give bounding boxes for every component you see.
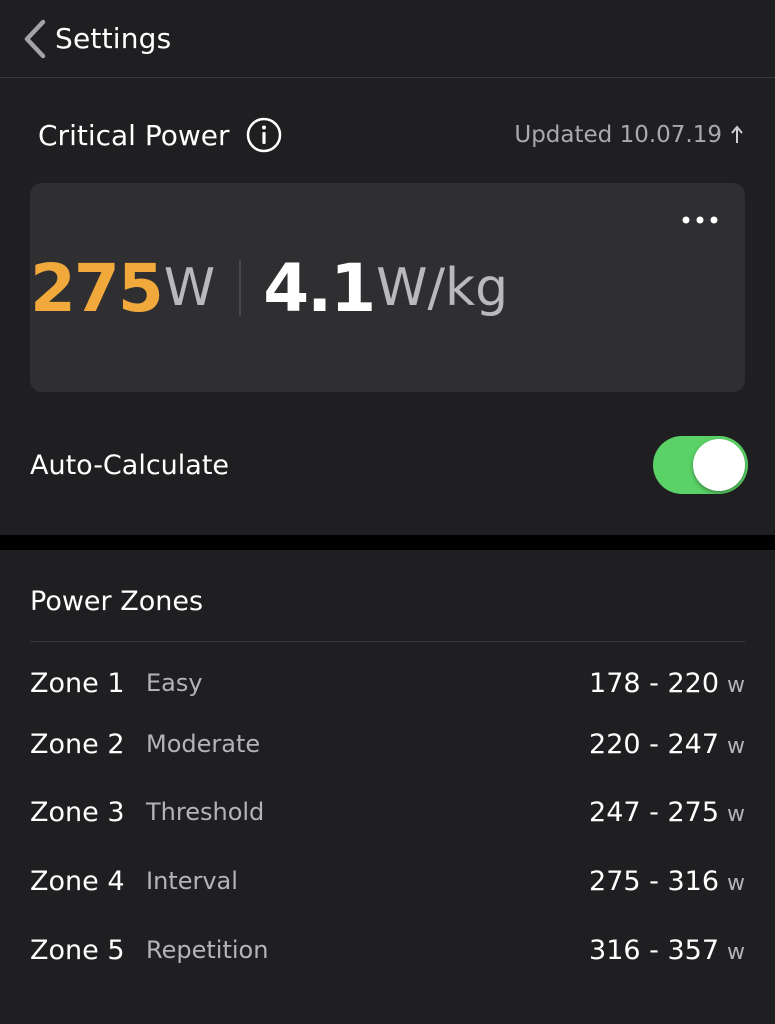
- zone-description: Threshold: [146, 798, 265, 826]
- zone-range-value: 178 - 220: [589, 667, 719, 699]
- zone-unit: w: [727, 870, 745, 896]
- nav-bar: Settings: [0, 0, 775, 78]
- zone-unit: w: [727, 733, 745, 759]
- zone-range: 275 - 316 w: [589, 866, 745, 897]
- zone-unit: w: [727, 939, 745, 965]
- cp-watts-value: 275: [30, 249, 164, 327]
- auto-calculate-row: Auto-Calculate: [30, 436, 748, 494]
- chevron-left-icon: [24, 19, 46, 58]
- zone-range-value: 275 - 316: [589, 865, 719, 897]
- zone-description: Interval: [146, 867, 238, 895]
- zone-name: Zone 2: [30, 728, 125, 760]
- upload-arrow-icon: [731, 125, 743, 143]
- critical-power-title: Critical Power: [38, 118, 230, 152]
- value-divider: [239, 260, 242, 316]
- cp-watts-unit: W: [163, 258, 216, 318]
- zone-range-value: 220 - 247: [589, 728, 719, 760]
- zone-description: Easy: [146, 669, 203, 697]
- power-zones-title: Power Zones: [30, 586, 204, 617]
- cp-wkg-unit: W/kg: [376, 258, 509, 318]
- zone-row: Zone 5 Repetition 316 - 357 w: [30, 928, 745, 972]
- zone-row: Zone 1 Easy 178 - 220 w: [30, 661, 745, 705]
- auto-calculate-toggle[interactable]: [653, 436, 748, 494]
- back-label: Settings: [55, 22, 172, 55]
- section-separator: [0, 535, 775, 550]
- zone-row: Zone 3 Threshold 247 - 275 w: [30, 790, 745, 834]
- zone-row: Zone 2 Moderate 220 - 247 w: [30, 722, 745, 766]
- zone-description: Moderate: [146, 730, 261, 758]
- zone-unit: w: [727, 672, 745, 698]
- zone-range: 178 - 220 w: [589, 668, 745, 699]
- updated-text: Updated 10.07.19: [514, 122, 722, 148]
- critical-power-header: Critical Power Updated 10.07.19: [38, 112, 744, 158]
- zone-name: Zone 4: [30, 865, 125, 897]
- zone-range: 316 - 357 w: [589, 935, 745, 966]
- power-values: 275 W 4.1 W/kg: [30, 248, 508, 328]
- zone-row: Zone 4 Interval 275 - 316 w: [30, 859, 745, 903]
- zone-name: Zone 3: [30, 796, 125, 828]
- info-icon[interactable]: [246, 117, 282, 153]
- auto-calculate-label: Auto-Calculate: [30, 449, 230, 481]
- zones-divider: [30, 641, 745, 642]
- cp-wkg-value: 4.1: [263, 249, 376, 327]
- zone-description: Repetition: [146, 936, 269, 964]
- toggle-knob: [693, 439, 745, 491]
- zone-name: Zone 1: [30, 667, 125, 699]
- updated-status: Updated 10.07.19: [514, 122, 744, 148]
- back-button[interactable]: Settings: [0, 0, 171, 78]
- settings-page: Settings Critical Power Updated 10.07.19…: [0, 0, 775, 1024]
- more-dots-icon[interactable]: [681, 213, 719, 227]
- zone-range-value: 247 - 275: [589, 796, 719, 828]
- zone-range-value: 316 - 357: [589, 934, 719, 966]
- zone-range: 220 - 247 w: [589, 729, 745, 760]
- zone-range: 247 - 275 w: [589, 797, 745, 828]
- zone-name: Zone 5: [30, 934, 125, 966]
- zone-unit: w: [727, 801, 745, 827]
